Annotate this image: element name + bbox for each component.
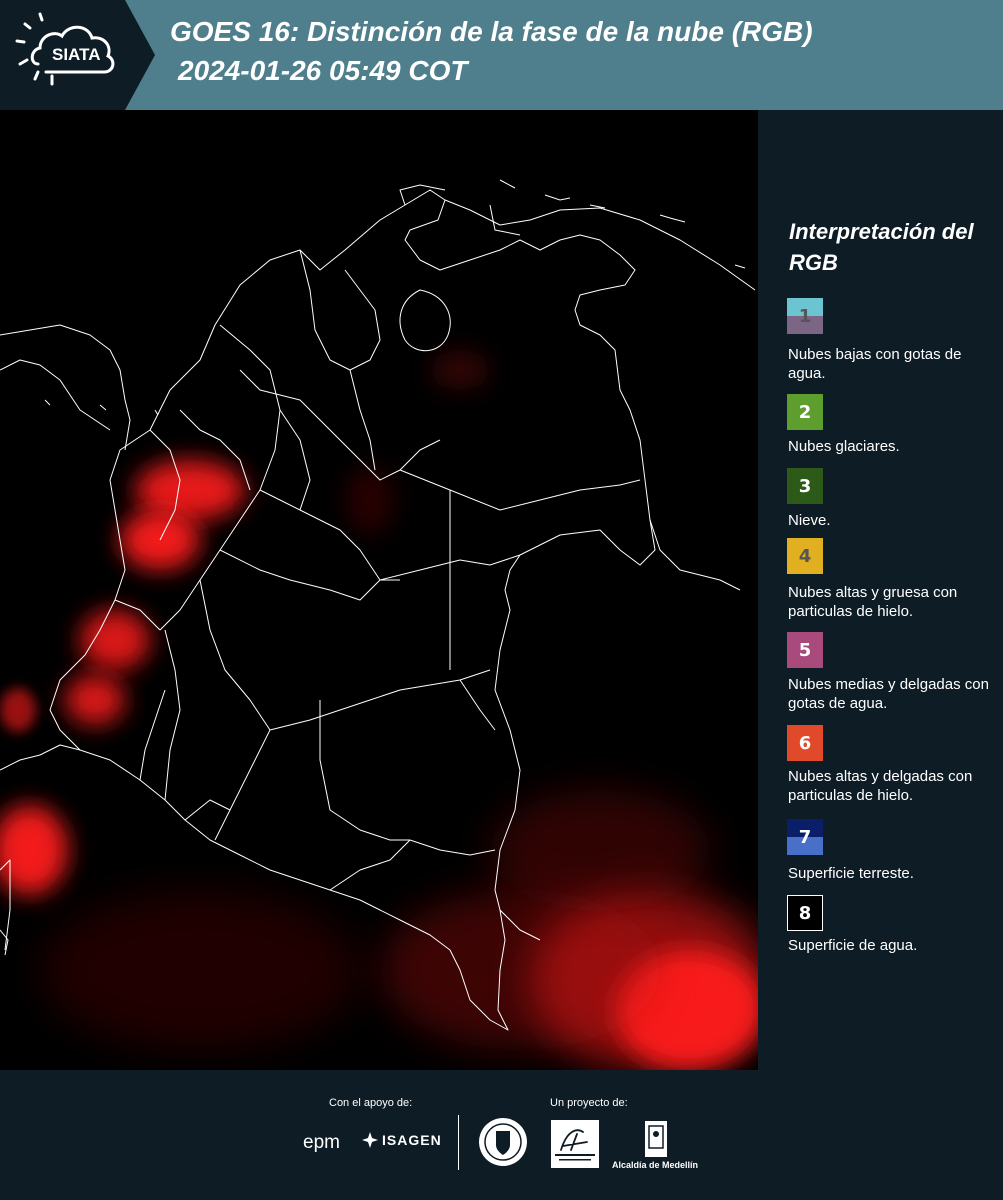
seal-icon xyxy=(479,1118,527,1166)
medellin-label: Alcaldía de Medellín xyxy=(612,1160,699,1170)
legend-swatch-4: 4 xyxy=(787,538,823,574)
legend-desc-6: Nubes altas y delgadas con particulas de… xyxy=(788,768,973,804)
timestamp: 2024-01-26 05:49 COT xyxy=(178,55,468,86)
header-bar: SIATA GOES 16: Distinción de la fase de … xyxy=(0,0,1003,110)
legend-number-5: 5 xyxy=(798,639,812,661)
footer-divider xyxy=(458,1115,459,1170)
area-metropolitana-mark-icon xyxy=(555,1129,595,1161)
siata-logo-text: SIATA xyxy=(52,45,101,64)
isagen-mark-icon xyxy=(362,1132,378,1148)
medellin-shield-icon xyxy=(645,1121,667,1157)
area-metropolitana-logo xyxy=(551,1120,599,1168)
legend-swatch-2: 2 xyxy=(787,394,823,430)
siata-logo: SIATA xyxy=(0,0,155,110)
legend-desc-4: Nubes altas y gruesa con particulas de h… xyxy=(788,584,958,620)
legend-desc-7: Superficie terreste. xyxy=(788,865,914,882)
isagen-logo-text: ISAGEN xyxy=(382,1132,442,1148)
legend-desc-8: Superficie de agua. xyxy=(788,937,918,954)
colombia-map xyxy=(0,110,758,1070)
legend-number-4: 4 xyxy=(798,545,812,567)
legend-desc-3: Nieve. xyxy=(788,512,831,529)
project-label: Un proyecto de: xyxy=(550,1097,628,1109)
legend-number-3: 3 xyxy=(798,475,812,497)
legend-number-8: 8 xyxy=(798,902,812,924)
legend-swatch-5: 5 xyxy=(787,632,823,668)
legend-number-6: 6 xyxy=(798,732,812,754)
legend-swatch-8: 8 xyxy=(787,895,823,931)
isagen-logo: ISAGEN xyxy=(362,1132,442,1148)
legend-desc-1: Nubes bajas con gotas de agua. xyxy=(788,346,962,382)
page-title: GOES 16: Distinción de la fase de la nub… xyxy=(170,16,813,47)
legend-number-2: 2 xyxy=(798,401,812,423)
legend-swatch-6: 6 xyxy=(787,725,823,761)
legend-number-1: 1 xyxy=(798,305,812,327)
legend-desc-2: Nubes glaciares. xyxy=(788,438,900,455)
legend-title: Interpretación del RGB xyxy=(789,219,974,275)
legend-swatch-1: 1 xyxy=(787,298,823,334)
epm-logo: epm xyxy=(303,1132,340,1153)
legend-swatch-3: 3 xyxy=(787,468,823,504)
footer: Con el apoyo de: Un proyecto de: epm ISA… xyxy=(0,1070,1003,1200)
legend-panel: Interpretación del RGB 1 Nubes bajas con… xyxy=(758,110,1003,1070)
satellite-map xyxy=(0,110,758,1070)
legend-desc-5: Nubes medias y delgadas con gotas de agu… xyxy=(788,676,989,712)
legend-swatch-7: 7 xyxy=(787,819,823,855)
legend-number-7: 7 xyxy=(798,826,812,848)
support-label: Con el apoyo de: xyxy=(329,1097,413,1109)
